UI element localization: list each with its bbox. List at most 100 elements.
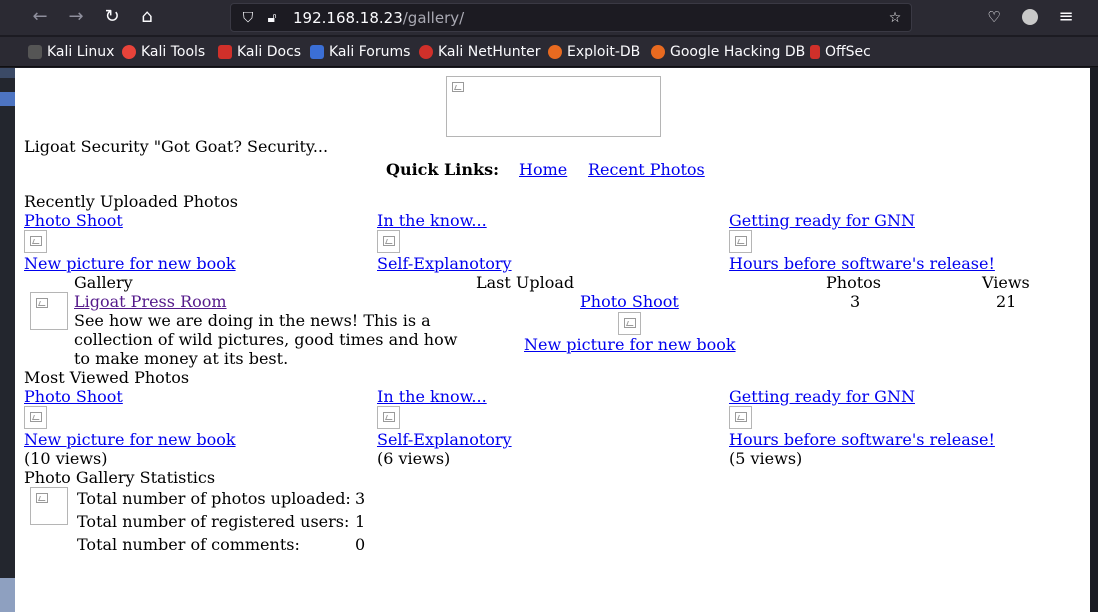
site-title: Ligoat Security "Got Goat? Security... — [24, 137, 329, 156]
view-count: (10 views) — [24, 449, 108, 468]
table-header-photos: Photos — [826, 273, 881, 292]
table-header-last-upload: Last Upload — [476, 273, 575, 292]
stat-value: 1 — [355, 512, 366, 531]
kali-dragon-icon — [28, 45, 42, 59]
most-viewed-heading: Most Viewed Photos — [24, 368, 190, 387]
photo-thumbnail[interactable] — [377, 406, 400, 429]
banner-image — [446, 76, 661, 137]
address-bar[interactable]: ⛉ 🔓︎ 192.168.18.23/gallery/ ☆ — [230, 3, 912, 32]
desktop-decor — [0, 68, 15, 78]
gallery-views-count: 21 — [996, 292, 1017, 311]
stats-image — [30, 487, 68, 525]
broken-image-icon — [624, 318, 636, 328]
table-header-views: Views — [982, 273, 1030, 292]
recent-album-link[interactable]: Getting ready for GNN — [729, 211, 915, 230]
quick-links-label: Quick Links: — [386, 160, 500, 179]
bookmark-kali-forums[interactable]: Kali Forums — [310, 42, 410, 62]
back-icon[interactable]: ← — [26, 4, 54, 30]
quick-link-recent-photos[interactable]: Recent Photos — [588, 160, 705, 179]
stat-label: Total number of comments: — [77, 535, 300, 554]
last-upload-thumbnail[interactable] — [618, 312, 641, 335]
broken-image-icon — [452, 82, 464, 92]
bookmark-kali-docs[interactable]: Kali Docs — [218, 42, 301, 62]
exploit-db-icon — [548, 45, 562, 59]
gallery-name-link[interactable]: Ligoat Press Room — [74, 292, 227, 311]
browser-toolbar: ← → ↻ ⌂ ⛉ 🔓︎ 192.168.18.23/gallery/ ☆ ♡ … — [0, 0, 1098, 36]
bookmark-kali-linux[interactable]: Kali Linux — [28, 42, 114, 62]
reload-icon[interactable]: ↻ — [98, 4, 126, 30]
photo-thumbnail[interactable] — [377, 230, 400, 253]
most-viewed-photo-link[interactable]: Self-Explanotory — [377, 430, 512, 449]
forward-icon[interactable]: → — [62, 4, 90, 30]
recent-photo-link[interactable]: Hours before software's release! — [729, 254, 995, 273]
kali-tools-icon — [122, 45, 136, 59]
bookmark-google-hacking-db[interactable]: Google Hacking DB — [651, 42, 805, 62]
bookmark-star-icon[interactable]: ☆ — [886, 9, 904, 27]
bookmark-label: Kali Forums — [329, 44, 411, 60]
url-path: /gallery/ — [402, 9, 465, 27]
desktop-decor — [0, 92, 15, 106]
photo-thumbnail[interactable] — [24, 230, 47, 253]
most-viewed-album-link[interactable]: In the know... — [377, 387, 487, 406]
home-icon[interactable]: ⌂ — [133, 4, 161, 30]
insecure-lock-icon[interactable]: 🔓︎ — [263, 9, 281, 27]
recent-album-link[interactable]: In the know... — [377, 211, 487, 230]
recent-photo-link[interactable]: New picture for new book — [24, 254, 236, 273]
stats-heading: Photo Gallery Statistics — [24, 468, 216, 487]
stat-label: Total number of registered users: — [77, 512, 350, 531]
kali-docs-icon — [218, 45, 232, 59]
pocket-icon[interactable]: ♡ — [980, 4, 1008, 30]
recent-album-link[interactable]: Photo Shoot — [24, 211, 123, 230]
recent-heading: Recently Uploaded Photos — [24, 192, 238, 211]
bookmark-label: Kali NetHunter — [438, 44, 541, 60]
photo-thumbnail[interactable] — [24, 406, 47, 429]
desktop-right-edge — [1090, 68, 1098, 612]
broken-image-icon — [30, 236, 42, 246]
broken-image-icon — [735, 236, 747, 246]
bookmark-label: Kali Linux — [47, 44, 115, 60]
desktop-decor — [0, 578, 15, 612]
table-header-gallery: Gallery — [74, 273, 133, 292]
gallery-photos-count: 3 — [850, 292, 861, 311]
page-viewport: Ligoat Security "Got Goat? Security... Q… — [15, 68, 1090, 612]
stat-value: 0 — [355, 535, 366, 554]
bookmark-kali-tools[interactable]: Kali Tools — [122, 42, 205, 62]
most-viewed-album-link[interactable]: Photo Shoot — [24, 387, 123, 406]
shield-icon[interactable]: ⛉ — [239, 9, 257, 27]
most-viewed-photo-link[interactable]: Hours before software's release! — [729, 430, 995, 449]
bookmark-exploit-db[interactable]: Exploit-DB — [548, 42, 640, 62]
url-host: 192.168.18.23 — [293, 9, 403, 27]
view-count: (6 views) — [377, 449, 451, 468]
nethunter-icon — [419, 45, 433, 59]
photo-thumbnail[interactable] — [729, 406, 752, 429]
ghdb-icon — [651, 45, 665, 59]
desktop-left-edge — [0, 68, 15, 612]
bookmark-label: Exploit-DB — [567, 44, 641, 60]
stat-value: 3 — [355, 489, 366, 508]
bookmark-label: OffSec — [825, 44, 871, 60]
stat-label: Total number of photos uploaded: — [77, 489, 351, 508]
bookmarks-bar: Kali Linux Kali Tools Kali Docs Kali For… — [0, 37, 1098, 67]
bookmark-offsec[interactable]: OffSec — [810, 42, 871, 62]
most-viewed-album-link[interactable]: Getting ready for GNN — [729, 387, 915, 406]
bookmark-kali-nethunter[interactable]: Kali NetHunter — [419, 42, 540, 62]
broken-image-icon — [383, 412, 395, 422]
broken-image-icon — [36, 493, 48, 503]
photo-thumbnail[interactable] — [729, 230, 752, 253]
most-viewed-photo-link[interactable]: New picture for new book — [24, 430, 236, 449]
last-upload-photo-link[interactable]: New picture for new book — [524, 335, 736, 354]
quick-link-home[interactable]: Home — [519, 160, 567, 179]
recent-photo-link[interactable]: Self-Explanotory — [377, 254, 512, 273]
bookmark-label: Kali Tools — [141, 44, 206, 60]
account-icon[interactable] — [1016, 4, 1044, 30]
gallery-thumbnail[interactable] — [30, 292, 68, 330]
broken-image-icon — [30, 412, 42, 422]
url-text[interactable]: 192.168.18.23/gallery/ — [293, 9, 464, 27]
broken-image-icon — [383, 236, 395, 246]
last-upload-album-link[interactable]: Photo Shoot — [580, 292, 679, 311]
bookmark-label: Google Hacking DB — [670, 44, 806, 60]
offsec-icon — [810, 45, 820, 59]
gallery-description: See how we are doing in the news! This i… — [74, 311, 458, 368]
menu-icon[interactable]: ≡ — [1052, 4, 1080, 30]
kali-forums-icon — [310, 45, 324, 59]
